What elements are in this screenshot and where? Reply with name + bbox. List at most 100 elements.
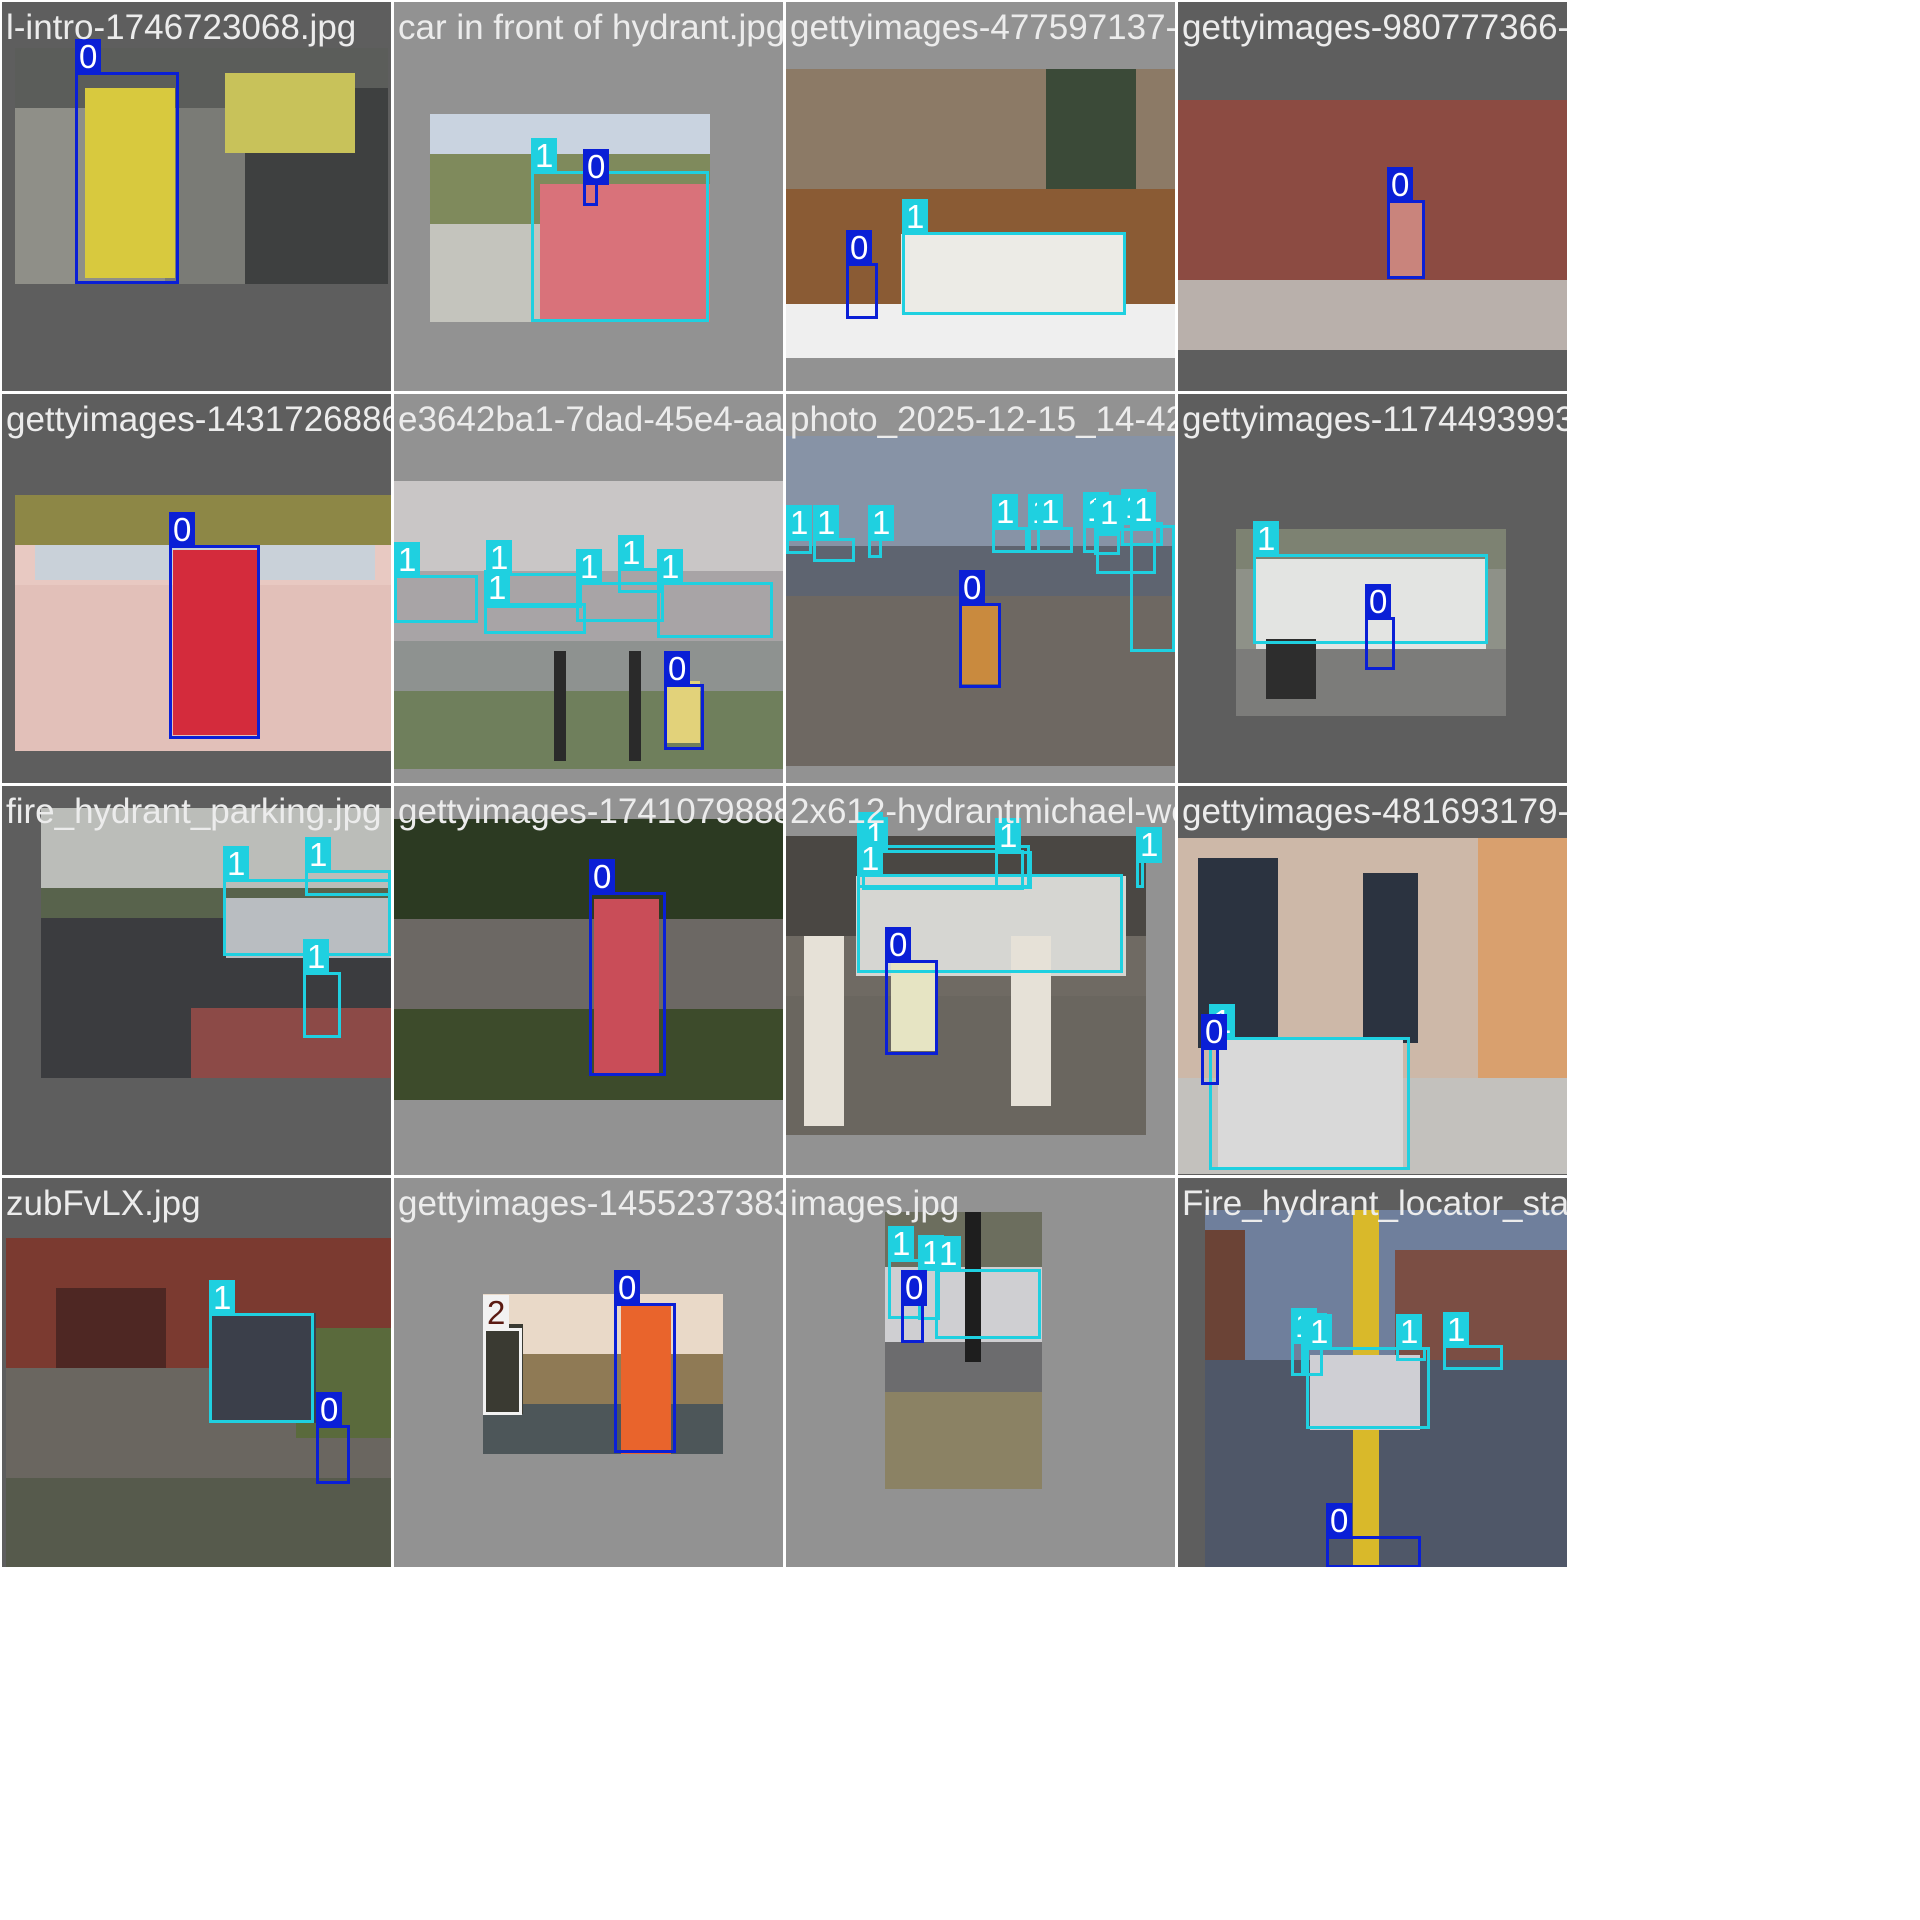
image-filename: fire_hydrant_parking.jpg — [6, 792, 382, 831]
photo-region — [394, 691, 783, 769]
image-tile[interactable]: 2x612-hydrantmichael-woods-getty-images-… — [786, 786, 1175, 1175]
class-label-tag: 0 — [1201, 1014, 1228, 1050]
detection-results-grid: l-intro-1746723068.jpg 0 car in front of h… — [0, 0, 1920, 1920]
bounding-box-class-0: 0 — [959, 570, 1001, 688]
photo-region — [394, 641, 783, 691]
bounding-box-class-1: 1 — [1136, 827, 1163, 888]
bounding-box-class-1: 1 — [902, 199, 1126, 315]
image-filename: photo_2025-12-15_14-42-20.jpg — [790, 400, 1175, 439]
class-label-tag: 1 — [868, 505, 895, 541]
class-label-tag: 0 — [901, 1270, 928, 1306]
image-filename: gettyimages-1741079888-612x612.jpg — [398, 792, 783, 831]
photo-region — [885, 1392, 1042, 1489]
class-label-tag: 0 — [316, 1392, 343, 1428]
bounding-box-class-1: 1 — [305, 837, 391, 896]
image-tile[interactable]: gettyimages-1455237383-612x612.jpg 2 0 — [394, 1178, 783, 1567]
bounding-box-class-2: 2 — [483, 1295, 522, 1415]
image-filename: e3642ba1-7dad-45e4-aab2-12613f70d043.jpg — [398, 400, 783, 439]
image-filename: 2x612-hydrantmichael-woods-getty-images-… — [790, 792, 1175, 831]
image-filename: zubFvLX.jpg — [6, 1184, 201, 1223]
bounding-box-class-1: 1 — [394, 542, 478, 623]
image-filename: gettyimages-1174493993-612x612.jpg — [1182, 400, 1567, 439]
bounding-box-class-1: 1 — [935, 1236, 1041, 1339]
class-label-tag: 1 — [1396, 1314, 1423, 1350]
bounding-box-class-1: 1 — [1443, 1312, 1503, 1370]
class-label-tag: 1 — [888, 1226, 915, 1262]
class-label-tag: 1 — [209, 1280, 236, 1316]
class-label-tag: 0 — [1365, 584, 1392, 620]
image-tile[interactable]: l-intro-1746723068.jpg 0 — [2, 2, 391, 391]
photo-region — [6, 1478, 391, 1567]
image-tile[interactable]: gettyimages-1431726886-612x612.jpg 0 — [2, 394, 391, 783]
image-filename: images.jpg — [790, 1184, 960, 1223]
bounding-box-class-1: 1 — [1396, 1314, 1426, 1361]
bounding-box-class-1: 1 — [303, 939, 341, 1038]
bounding-box-class-0: 0 — [1326, 1503, 1421, 1567]
class-label-tag: 0 — [846, 230, 873, 266]
bounding-box-class-0: 0 — [1201, 1014, 1228, 1085]
class-label-tag: 1 — [1306, 1314, 1333, 1350]
bounding-box-class-1: 1 — [992, 494, 1028, 553]
class-label-tag: 1 — [1136, 827, 1163, 863]
class-label-tag: 1 — [303, 939, 330, 975]
image-tile[interactable]: e3642ba1-7dad-45e4-aab2-12613f70d043.jpg… — [394, 394, 783, 783]
class-label-tag: 0 — [169, 512, 196, 548]
image-tile[interactable]: gettyimages-1741079888-612x612.jpg 0 — [394, 786, 783, 1175]
class-label-tag: 0 — [885, 927, 912, 963]
image-tile[interactable]: gettyimages-477597137-612x612.jpg 10 — [786, 2, 1175, 391]
class-label-tag: 0 — [1326, 1503, 1353, 1539]
class-label-tag: 1 — [992, 494, 1019, 530]
image-tile[interactable]: car in front of hydrant.jpg 1 0 — [394, 2, 783, 391]
bounding-box-class-0: 0 — [75, 39, 179, 284]
photo-region — [1046, 69, 1136, 209]
class-label-tag: 0 — [1387, 167, 1414, 203]
class-label-tag: 0 — [589, 859, 616, 895]
bounding-box-class-1: 1 — [531, 138, 709, 322]
bounding-box-class-1: 1 — [868, 505, 895, 558]
class-label-tag: 1 — [618, 535, 645, 571]
bounding-box-class-0: 0 — [614, 1270, 676, 1453]
photo-region — [1178, 280, 1567, 350]
class-label-tag: 2 — [483, 1295, 510, 1331]
image-tile[interactable]: Fire_hydrant_locator_stanchion.jpg111110 — [1178, 1178, 1567, 1567]
photo-region — [15, 495, 391, 545]
image-tile[interactable]: gettyimages-980777366-612x612.jpg 0 — [1178, 2, 1567, 391]
image-tile[interactable]: gettyimages-1174493993-612x612.jpg 1 0 — [1178, 394, 1567, 783]
image-tile[interactable]: photo_2025-12-15_14-42-20.jpg11111111111… — [786, 394, 1175, 783]
bounding-box-class-0: 0 — [169, 512, 260, 739]
bounding-box-class-0: 0 — [1387, 167, 1425, 279]
class-label-tag: 1 — [1253, 521, 1280, 557]
image-filename: gettyimages-980777366-612x612.jpg — [1182, 8, 1567, 47]
photo-region — [804, 936, 844, 1126]
class-label-tag: 0 — [614, 1270, 641, 1306]
class-label-tag: 0 — [959, 570, 986, 606]
class-label-tag: 1 — [902, 199, 929, 235]
photo-region — [885, 1342, 1042, 1392]
bounding-box-class-0: 0 — [901, 1270, 928, 1343]
bounding-box-class-1: 1 — [1037, 494, 1073, 553]
bounding-box-class-0: 0 — [316, 1392, 350, 1484]
class-label-tag: 1 — [305, 837, 332, 873]
bounding-box-class-0: 0 — [664, 651, 704, 750]
bounding-box-class-1: 1 — [484, 570, 586, 634]
bounding-box-class-1: 1 — [1130, 492, 1175, 652]
photo-region — [1178, 100, 1567, 280]
class-label-tag: 1 — [531, 138, 558, 174]
bounding-box-class-1: 1 — [657, 549, 773, 638]
bounding-box-class-1: 1 — [786, 505, 813, 554]
image-tile[interactable]: gettyimages-481693179-612x612.jpg 10 — [1178, 786, 1567, 1175]
image-tile[interactable]: fire_hydrant_parking.jpg 1 1 1 — [2, 786, 391, 1175]
bounding-box-class-0: 0 — [1365, 584, 1395, 670]
image-tile[interactable]: images.jpg 1 1 1 0 — [786, 1178, 1175, 1567]
photo-region — [629, 651, 641, 761]
photo — [15, 48, 388, 284]
class-label-tag: 1 — [657, 549, 684, 585]
image-tile[interactable]: zubFvLX.jpg 1 0 — [2, 1178, 391, 1567]
image-filename: gettyimages-1455237383-612x612.jpg — [398, 1184, 783, 1223]
class-label-tag: 1 — [484, 570, 511, 606]
class-label-tag: 1 — [1130, 492, 1157, 528]
class-label-tag: 1 — [935, 1236, 962, 1272]
photo-region — [554, 651, 566, 761]
photo-region — [225, 73, 355, 153]
bounding-box-class-1: 1 — [813, 505, 855, 562]
